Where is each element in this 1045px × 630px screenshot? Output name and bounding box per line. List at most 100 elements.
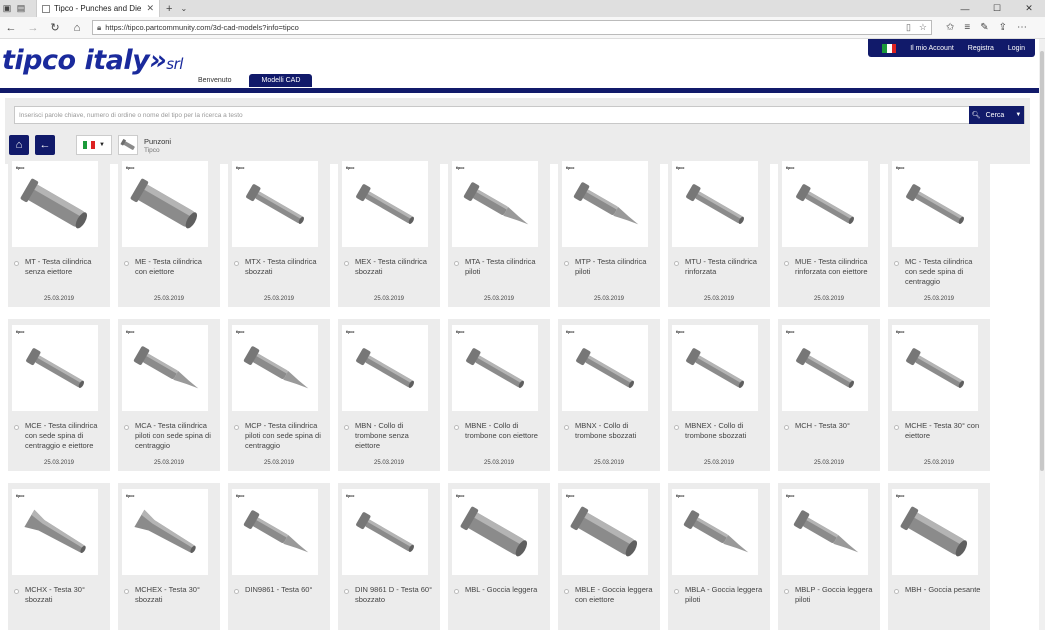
product-thumbnail[interactable]: tipco	[892, 161, 978, 247]
product-card[interactable]: tipco MUE - Testa cilindrica rinforzata c…	[778, 155, 880, 307]
product-thumbnail[interactable]: tipco	[122, 161, 208, 247]
select-radio[interactable]	[234, 261, 239, 266]
category-thumbnail[interactable]	[118, 135, 138, 155]
reading-view-icon[interactable]: ▯	[906, 22, 915, 33]
select-radio[interactable]	[454, 425, 459, 430]
italy-flag-icon[interactable]	[882, 43, 897, 53]
product-name[interactable]: MC - Testa cilindrica con sede spina di …	[905, 257, 985, 287]
product-card[interactable]: tipco MBLE - Goccia leggera con eiettore	[558, 483, 660, 630]
product-name[interactable]: MCE - Testa cilindrica con sede spina di…	[25, 421, 105, 451]
product-thumbnail[interactable]: tipco	[672, 325, 758, 411]
product-thumbnail[interactable]: tipco	[452, 489, 538, 575]
product-thumbnail[interactable]: tipco	[892, 325, 978, 411]
select-radio[interactable]	[14, 261, 19, 266]
select-radio[interactable]	[454, 261, 459, 266]
scrollbar-thumb[interactable]	[1040, 51, 1044, 471]
product-thumbnail[interactable]: tipco	[12, 489, 98, 575]
product-card[interactable]: tipco MCHEX - Testa 30° sbozzati	[118, 483, 220, 630]
product-name[interactable]: MCH - Testa 30°	[795, 421, 875, 431]
product-name[interactable]: MCHEX - Testa 30° sbozzati	[135, 585, 215, 605]
product-card[interactable]: tipco MC - Testa cilindrica con sede spin…	[888, 155, 990, 307]
select-radio[interactable]	[564, 589, 569, 594]
product-name[interactable]: DIN9861 - Testa 60°	[245, 585, 325, 595]
select-radio[interactable]	[454, 589, 459, 594]
product-name[interactable]: MBN - Collo di trombone senza eiettore	[355, 421, 435, 451]
product-thumbnail[interactable]: tipco	[232, 161, 318, 247]
select-radio[interactable]	[784, 425, 789, 430]
select-radio[interactable]	[784, 589, 789, 594]
product-card[interactable]: tipco MCA - Testa cilindrica piloti con s…	[118, 319, 220, 471]
product-thumbnail[interactable]: tipco	[12, 161, 98, 247]
product-card[interactable]: tipco MTX - Testa cilindrica sbozzati 25.0…	[228, 155, 330, 307]
language-select[interactable]: ▼	[76, 135, 112, 155]
search-button[interactable]: 🔍︎ Cerca ▼	[969, 106, 1024, 124]
product-card[interactable]: tipco MCP - Testa cilindrica piloti con s…	[228, 319, 330, 471]
tab-modelli-cad[interactable]: Modelli CAD	[249, 74, 313, 87]
login-link[interactable]: Login	[1008, 45, 1025, 52]
product-card[interactable]: tipco MBNEX - Collo di trombone sbozzati 2…	[668, 319, 770, 471]
select-radio[interactable]	[894, 425, 899, 430]
product-thumbnail[interactable]: tipco	[562, 325, 648, 411]
tab-benvenuto[interactable]: Benvenuto	[186, 74, 243, 87]
favorite-star-icon[interactable]: ☆	[919, 22, 931, 33]
select-radio[interactable]	[234, 425, 239, 430]
product-name[interactable]: MBLE - Goccia leggera con eiettore	[575, 585, 655, 605]
product-name[interactable]: MBNX - Collo di trombone sbozzati	[575, 421, 655, 441]
product-name[interactable]: MTP - Testa cilindrica piloti	[575, 257, 655, 277]
select-radio[interactable]	[124, 261, 129, 266]
product-name[interactable]: MBL - Goccia leggera	[465, 585, 545, 595]
more-icon[interactable]: ⋯	[1017, 22, 1027, 33]
select-radio[interactable]	[234, 589, 239, 594]
chevron-down-icon[interactable]: ▼	[1015, 112, 1021, 118]
product-name[interactable]: MBLA - Goccia leggera piloti	[685, 585, 765, 605]
share-icon[interactable]: ⇪	[999, 22, 1007, 33]
product-card[interactable]: tipco MTA - Testa cilindrica piloti 25.03.…	[448, 155, 550, 307]
product-thumbnail[interactable]: tipco	[562, 489, 648, 575]
product-card[interactable]: tipco MT - Testa cilindrica senza eiettor…	[8, 155, 110, 307]
product-name[interactable]: MBLP - Goccia leggera piloti	[795, 585, 875, 605]
select-radio[interactable]	[14, 589, 19, 594]
product-card[interactable]: tipco MTU - Testa cilindrica rinforzata 25…	[668, 155, 770, 307]
product-name[interactable]: ME - Testa cilindrica con eiettore	[135, 257, 215, 277]
favorites-icon[interactable]: ✩	[946, 22, 954, 33]
chevron-down-icon[interactable]: ⌄	[180, 4, 187, 13]
product-thumbnail[interactable]: tipco	[672, 161, 758, 247]
account-link[interactable]: Il mio Account	[910, 45, 954, 52]
select-radio[interactable]	[894, 261, 899, 266]
product-name[interactable]: MEX - Testa cilindrica sbozzati	[355, 257, 435, 277]
product-name[interactable]: DIN 9861 D - Testa 60° sbozzato	[355, 585, 435, 605]
scrollbar[interactable]	[1039, 39, 1045, 630]
product-card[interactable]: tipco DIN 9861 D - Testa 60° sbozzato	[338, 483, 440, 630]
product-thumbnail[interactable]: tipco	[122, 325, 208, 411]
back-icon[interactable]: ←	[0, 22, 22, 34]
product-thumbnail[interactable]: tipco	[782, 325, 868, 411]
product-name[interactable]: MCHX - Testa 30° sbozzati	[25, 585, 105, 605]
tab-list-icon[interactable]: ▤	[14, 2, 28, 16]
select-radio[interactable]	[14, 425, 19, 430]
product-name[interactable]: MBH - Goccia pesante	[905, 585, 985, 595]
pen-icon[interactable]: ✎	[980, 22, 988, 33]
product-name[interactable]: MT - Testa cilindrica senza eiettore	[25, 257, 105, 277]
product-name[interactable]: MCHE - Testa 30° con eiettore	[905, 421, 985, 441]
close-tab-icon[interactable]: ✕	[146, 3, 154, 14]
select-radio[interactable]	[564, 261, 569, 266]
refresh-icon[interactable]: ↻	[44, 21, 66, 34]
forward-icon[interactable]: →	[22, 22, 44, 34]
maximize-icon[interactable]: ☐	[981, 0, 1013, 17]
register-link[interactable]: Registra	[968, 45, 994, 52]
search-input[interactable]: Inserisci parole chiave, numero di ordin…	[15, 112, 969, 119]
product-thumbnail[interactable]: tipco	[892, 489, 978, 575]
product-thumbnail[interactable]: tipco	[782, 489, 868, 575]
close-window-icon[interactable]: ✕	[1013, 0, 1045, 17]
select-radio[interactable]	[124, 425, 129, 430]
select-radio[interactable]	[674, 261, 679, 266]
select-radio[interactable]	[674, 589, 679, 594]
select-radio[interactable]	[124, 589, 129, 594]
product-thumbnail[interactable]: tipco	[342, 161, 428, 247]
product-name[interactable]: MTU - Testa cilindrica rinforzata	[685, 257, 765, 277]
tab-actions-icon[interactable]: ▣	[0, 2, 14, 16]
back-button[interactable]: ←	[35, 135, 55, 155]
product-card[interactable]: tipco MCHX - Testa 30° sbozzati	[8, 483, 110, 630]
new-tab-icon[interactable]: +	[166, 3, 172, 15]
product-card[interactable]: tipco MBL - Goccia leggera	[448, 483, 550, 630]
